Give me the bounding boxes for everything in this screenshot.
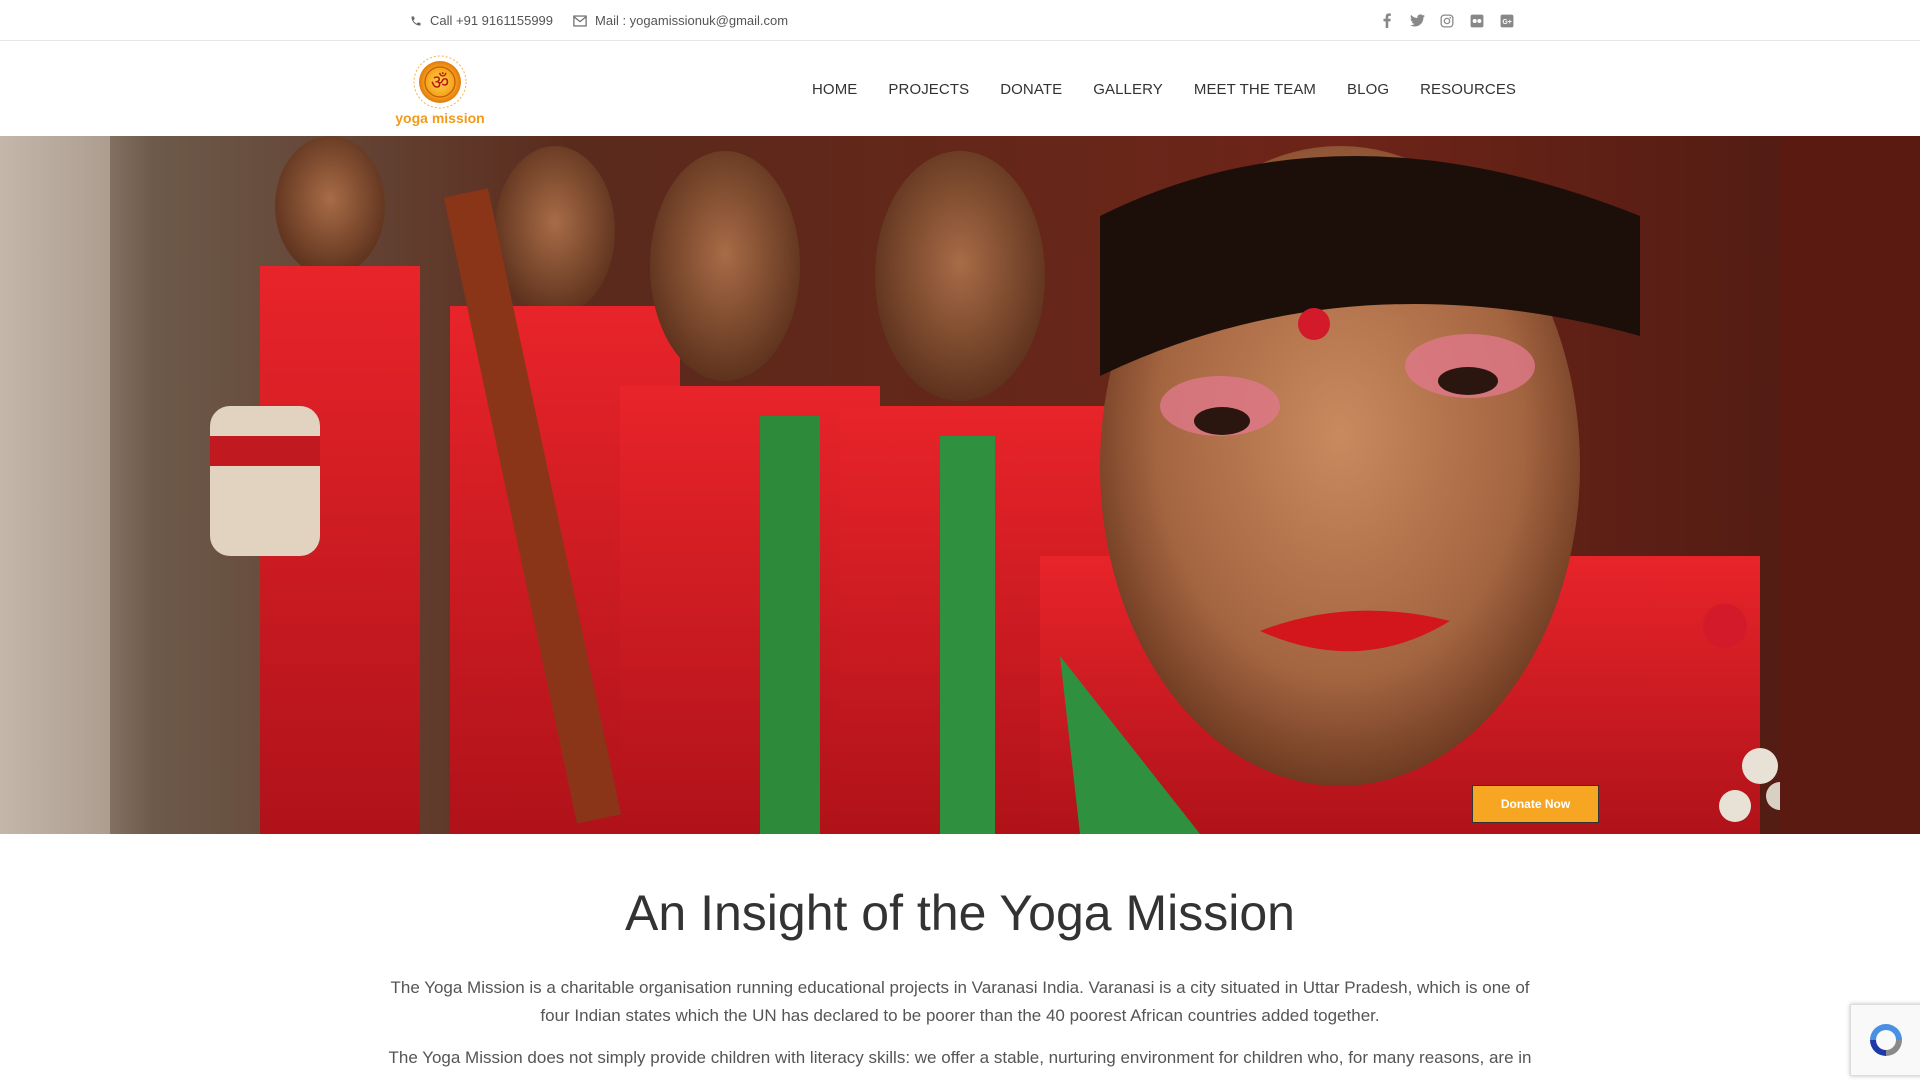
phone-icon [411,16,421,25]
nav-projects[interactable]: PROJECTS [888,81,969,98]
nav-gallery[interactable]: GALLERY [1093,81,1163,98]
phone-contact[interactable]: Call +91 9161155999 [410,13,553,28]
envelope-icon [573,14,587,27]
site-header: ॐ yoga mission HOME PROJECTS DONATE GALL… [0,42,1920,136]
nav-donate[interactable]: DONATE [1000,81,1062,98]
intro-section: An Insight of the Yoga Mission The Yoga … [0,834,1920,1080]
intro-paragraph-2: The Yoga Mission does not simply provide… [388,1048,1532,1067]
site-logo[interactable]: ॐ yoga mission [395,52,485,130]
svg-text:ॐ: ॐ [431,70,449,94]
intro-paragraph-1: The Yoga Mission is a charitable organis… [390,978,1530,1025]
social-links: G+ [1372,0,1522,41]
nav-meet-the-team[interactable]: MEET THE TEAM [1194,81,1316,98]
mail-contact[interactable]: Mail : yogamissionuk@gmail.com [573,13,788,28]
mail-text: Mail : yogamissionuk@gmail.com [595,13,789,28]
nav-blog[interactable]: BLOG [1347,81,1389,98]
donate-now-button[interactable]: Donate Now [1472,785,1599,823]
phone-text: Call +91 9161155999 [430,13,554,28]
nav-resources[interactable]: RESOURCES [1420,81,1516,98]
google-plus-icon[interactable]: G+ [1492,6,1522,36]
recaptcha-icon [1870,1024,1902,1056]
svg-text:G+: G+ [1502,18,1512,25]
hero-photo [0,136,1920,834]
recaptcha-badge[interactable] [1850,1004,1920,1076]
nav-home[interactable]: HOME [812,81,857,98]
top-bar: Call +91 9161155999 Mail : yogamissionuk… [0,0,1920,41]
section-title: An Insight of the Yoga Mission [625,885,1295,941]
hero-banner: Donate Now [0,136,1920,834]
logo-text: yoga mission [395,110,485,126]
twitter-icon[interactable] [1402,6,1432,36]
main-nav: HOME PROJECTS DONATE GALLERY MEET THE TE… [812,42,1547,136]
instagram-icon[interactable] [1432,6,1462,36]
flickr-icon[interactable] [1462,6,1492,36]
contact-info: Call +91 9161155999 Mail : yogamissionuk… [410,0,808,41]
om-logo-icon: ॐ [413,55,467,109]
facebook-icon[interactable] [1372,6,1402,36]
